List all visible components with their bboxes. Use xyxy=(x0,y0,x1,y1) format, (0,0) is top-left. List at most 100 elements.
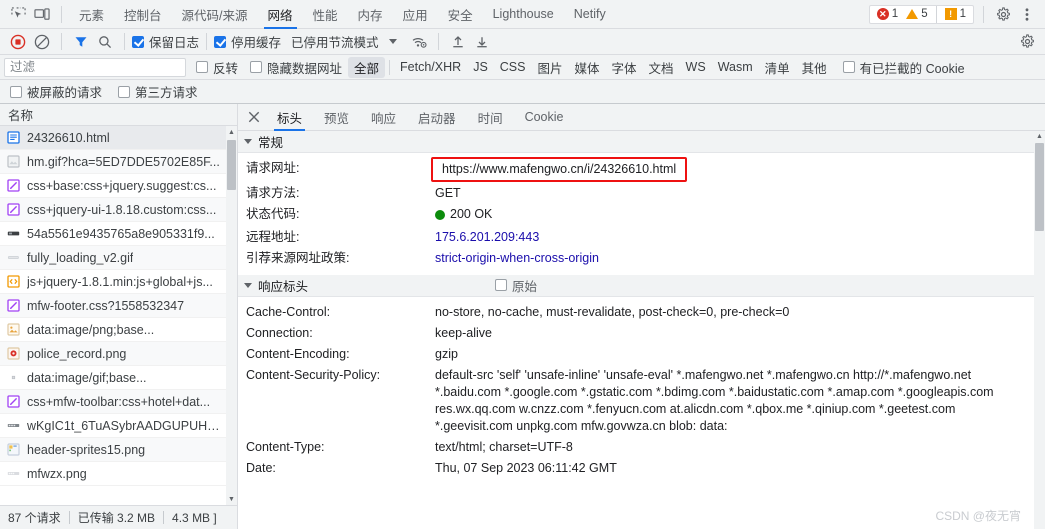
search-icon[interactable] xyxy=(93,31,117,53)
export-har-icon[interactable] xyxy=(470,31,494,53)
tab-sources[interactable]: 源代码/来源 xyxy=(172,0,258,29)
image-icon xyxy=(6,155,20,169)
tab-application[interactable]: 应用 xyxy=(393,0,438,29)
more-options-icon[interactable] xyxy=(1015,3,1039,25)
response-headers-section-header[interactable]: 响应标头 原始 xyxy=(238,274,1034,297)
third-party-requests-checkbox[interactable]: 第三方请求 xyxy=(118,82,198,101)
inspect-element-icon[interactable] xyxy=(6,3,30,25)
header-key: 状态代码: xyxy=(246,207,300,221)
throttling-select-label[interactable]: 已停用节流模式 xyxy=(291,32,379,51)
tab-preview[interactable]: 预览 xyxy=(313,104,360,131)
tab-console[interactable]: 控制台 xyxy=(114,0,172,29)
stylesheet-icon xyxy=(6,179,20,193)
table-row[interactable]: css+base:css+jquery.suggest:cs... xyxy=(0,174,226,198)
tab-initiator[interactable]: 启动器 xyxy=(407,104,467,131)
image-icon xyxy=(6,347,20,361)
tab-elements[interactable]: 元素 xyxy=(69,0,114,29)
resources-size: 4.3 MB ] xyxy=(172,510,217,525)
scroll-down-arrow-icon[interactable]: ▼ xyxy=(226,493,237,505)
hide-data-urls-checkbox[interactable]: 隐藏数据网址 xyxy=(250,58,342,77)
filter-type-manifest[interactable]: 清单 xyxy=(759,57,796,78)
clear-icon[interactable] xyxy=(30,31,54,53)
tab-performance[interactable]: 性能 xyxy=(303,0,348,29)
tab-network[interactable]: 网络 xyxy=(258,0,303,29)
preserve-log-checkbox[interactable]: 保留日志 xyxy=(132,32,199,51)
table-row[interactable]: data:image/png;base... xyxy=(0,318,226,342)
issues-badge[interactable]: ! 1 xyxy=(941,8,970,20)
filter-type-wasm[interactable]: Wasm xyxy=(712,59,759,75)
scrollbar-thumb[interactable] xyxy=(1035,143,1044,231)
table-row[interactable]: fully_loading_v2.gif xyxy=(0,246,226,270)
header-key: Date: xyxy=(246,460,276,475)
filter-type-doc[interactable]: 文档 xyxy=(643,57,680,78)
warning-count: 5 xyxy=(921,8,928,20)
filter-type-all[interactable]: 全部 xyxy=(348,56,386,78)
error-badge[interactable]: ✕ 1 xyxy=(873,8,902,20)
tab-lighthouse[interactable]: Lighthouse xyxy=(483,0,564,29)
warning-badge[interactable]: 5 xyxy=(902,8,931,20)
table-row[interactable]: hm.gif?hca=5ED7DDE5702E85F... xyxy=(0,150,226,174)
scroll-up-arrow-icon[interactable]: ▲ xyxy=(226,126,237,138)
raw-toggle-checkbox[interactable]: 原始 xyxy=(495,276,537,295)
table-row[interactable]: 54a5561e9435765a8e905331f9... xyxy=(0,222,226,246)
table-row[interactable]: police_record.png xyxy=(0,342,226,366)
tab-security[interactable]: 安全 xyxy=(438,0,483,29)
header-row: Content-Security-Policy: default-src 'se… xyxy=(238,365,1034,437)
tab-memory[interactable]: 内存 xyxy=(348,0,393,29)
header-value: text/html; charset=UTF-8 xyxy=(435,439,573,454)
request-list-scroll-area[interactable]: 24326610.html hm.gif?hca=5ED7DDE5702E85F… xyxy=(0,126,237,505)
filter-type-js[interactable]: JS xyxy=(467,59,494,75)
tab-cookies[interactable]: Cookie xyxy=(514,104,575,131)
filter-type-fetch-xhr[interactable]: Fetch/XHR xyxy=(394,59,467,75)
close-icon[interactable] xyxy=(242,105,266,129)
filter-type-font[interactable]: 字体 xyxy=(606,57,643,78)
column-header-name[interactable]: 名称 xyxy=(8,105,33,124)
filter-type-ws[interactable]: WS xyxy=(680,59,712,75)
blocked-cookies-checkbox[interactable]: 有已拦截的 Cookie xyxy=(842,58,965,77)
import-har-icon[interactable] xyxy=(446,31,470,53)
tab-label: 启动器 xyxy=(418,111,456,126)
headers-scroll-area[interactable]: 常规 请求网址: https://www.mafengwo.cn/i/24326… xyxy=(238,131,1045,529)
filter-type-other[interactable]: 其他 xyxy=(796,57,833,78)
filter-type-label: 全部 xyxy=(354,61,380,76)
header-value-wrap: 200 OK xyxy=(435,206,492,225)
gear-icon[interactable] xyxy=(991,3,1015,25)
filter-funnel-icon[interactable] xyxy=(69,31,93,53)
network-conditions-icon[interactable] xyxy=(407,31,431,53)
filter-type-media[interactable]: 媒体 xyxy=(569,57,606,78)
table-row[interactable]: 24326610.html xyxy=(0,126,226,150)
scroll-up-arrow-icon[interactable]: ▲ xyxy=(1034,133,1045,140)
tab-headers[interactable]: 标头 xyxy=(266,104,313,131)
filter-type-css[interactable]: CSS xyxy=(494,59,532,75)
table-row[interactable]: js+jquery-1.8.1.min:js+global+js... xyxy=(0,270,226,294)
tab-response[interactable]: 响应 xyxy=(360,104,407,131)
table-row[interactable]: data:image/gif;base... xyxy=(0,366,226,390)
filter-type-img[interactable]: 图片 xyxy=(531,57,568,78)
chevron-down-icon[interactable] xyxy=(388,39,397,44)
table-row[interactable]: css+jquery-ui-1.8.18.custom:css... xyxy=(0,198,226,222)
filter-input[interactable] xyxy=(4,57,186,77)
tab-label: 预览 xyxy=(324,111,350,126)
blocked-requests-checkbox[interactable]: 被屏蔽的请求 xyxy=(10,82,102,101)
detail-scrollbar[interactable]: ▲ xyxy=(1034,131,1045,529)
document-icon xyxy=(6,131,20,145)
table-row[interactable]: mfw-footer.css?1558532347 xyxy=(0,294,226,318)
device-toolbar-icon[interactable] xyxy=(30,3,54,25)
request-url-highlight[interactable]: https://www.mafengwo.cn/i/24326610.html xyxy=(431,157,688,182)
header-key: Content-Security-Policy: xyxy=(246,367,381,382)
table-row[interactable]: wKgIC1t_6TuASybrAADGUPUHjr... xyxy=(0,414,226,438)
general-section-header[interactable]: 常规 xyxy=(238,131,1034,153)
disable-cache-checkbox[interactable]: 停用缓存 xyxy=(214,32,281,51)
invert-checkbox[interactable]: 反转 xyxy=(196,58,238,77)
table-row[interactable]: css+mfw-toolbar:css+hotel+dat... xyxy=(0,390,226,414)
status-ok-dot-icon xyxy=(435,209,445,220)
network-settings-gear-icon[interactable] xyxy=(1015,31,1039,53)
tab-timing[interactable]: 时间 xyxy=(467,104,514,131)
record-stop-icon[interactable] xyxy=(6,31,30,53)
table-row[interactable]: header-sprites15.png xyxy=(0,438,226,462)
tab-netify[interactable]: Netify xyxy=(564,0,616,29)
table-row[interactable]: mfwzx.png xyxy=(0,462,226,486)
request-list-scrollbar[interactable]: ▲ ▼ xyxy=(226,126,237,505)
section-title: 响应标头 xyxy=(258,279,309,294)
scrollbar-thumb[interactable] xyxy=(227,140,236,190)
